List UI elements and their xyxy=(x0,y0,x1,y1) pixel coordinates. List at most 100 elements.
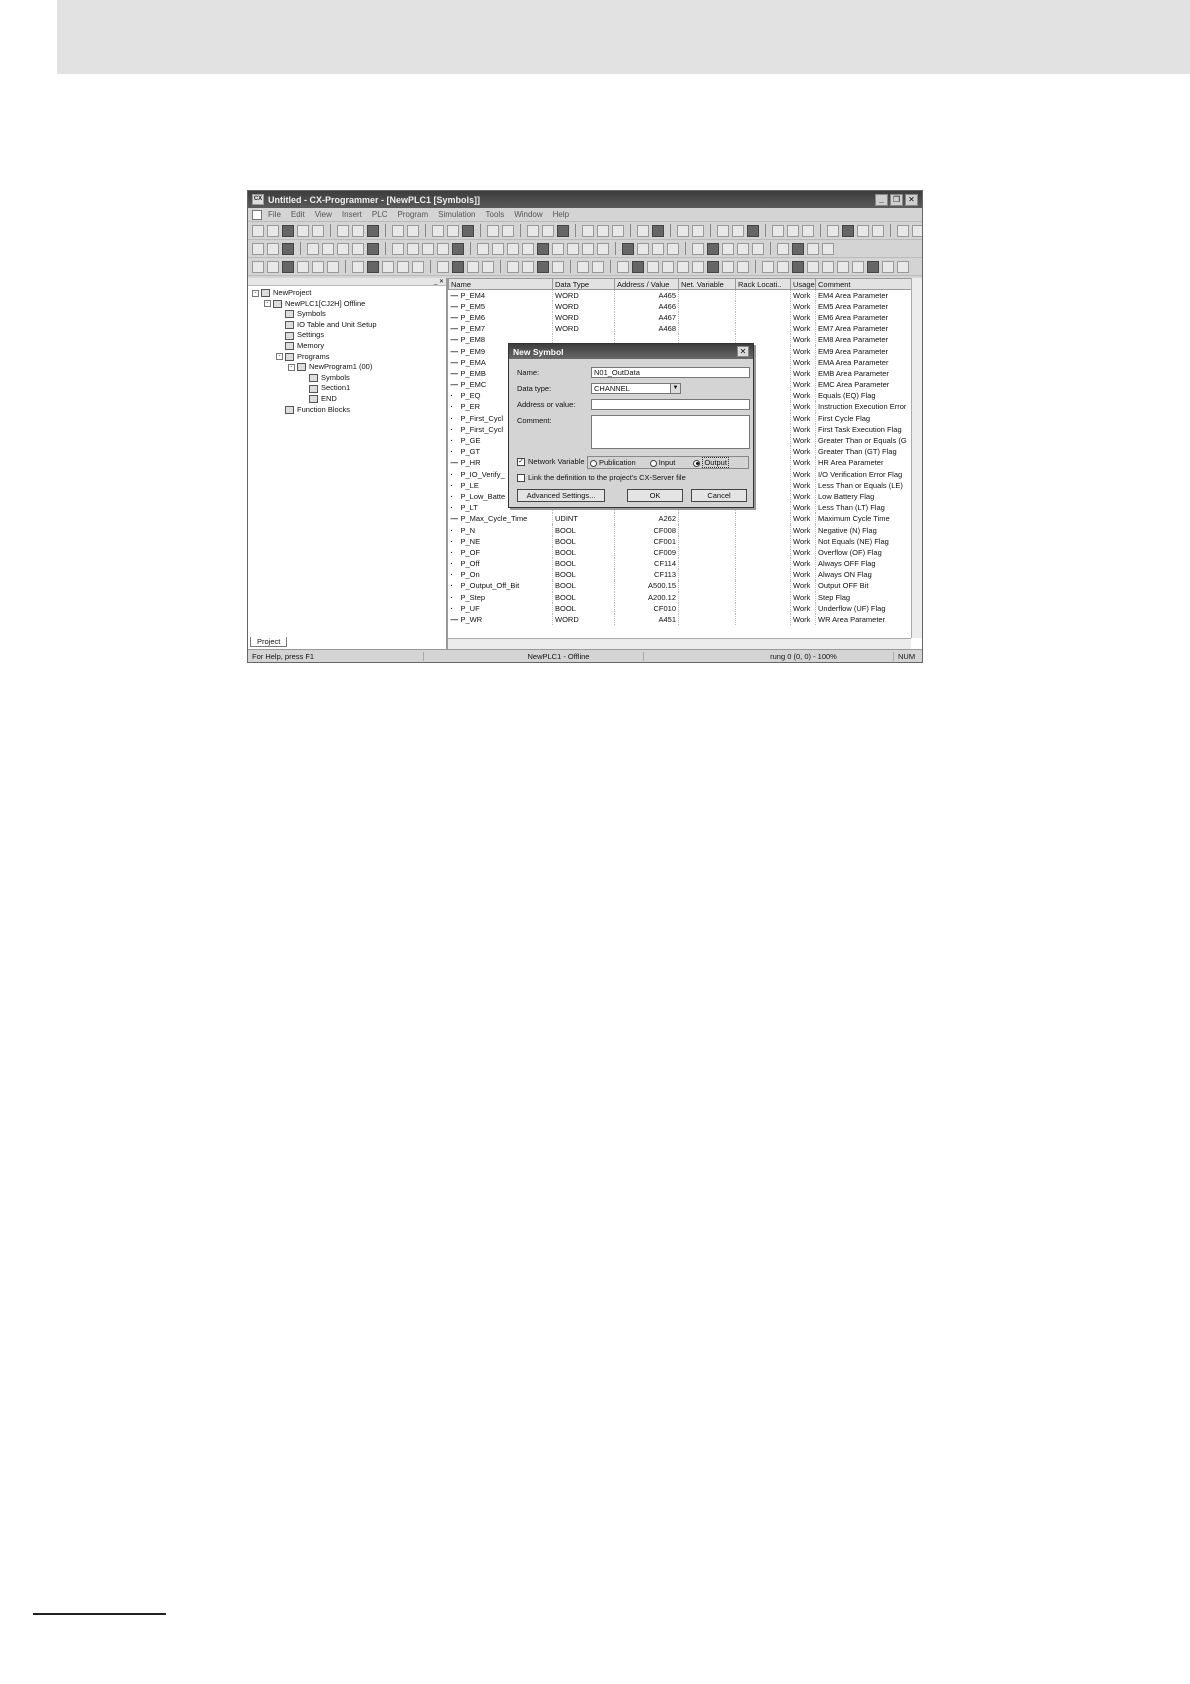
toolbar-button-icon[interactable] xyxy=(722,242,734,255)
toolbar-button-icon[interactable] xyxy=(392,242,404,255)
input-option[interactable]: Input xyxy=(649,458,675,467)
toolbar-button-icon[interactable] xyxy=(802,224,814,237)
toolbar-button-icon[interactable] xyxy=(737,260,749,273)
toolbar-button-icon[interactable] xyxy=(652,242,664,255)
toolbar-button-icon[interactable] xyxy=(267,224,279,237)
toolbar-button-icon[interactable] xyxy=(827,224,839,237)
toolbar-button-icon[interactable] xyxy=(722,260,734,273)
toolbar-button-icon[interactable] xyxy=(692,242,704,255)
table-row[interactable]: · P_OF BOOL CF009 Work Overflow (OF) Flag xyxy=(448,546,912,558)
table-row[interactable]: · P_On BOOL CF113 Work Always ON Flag xyxy=(448,569,912,581)
toolbar-button-icon[interactable] xyxy=(707,260,719,273)
output-option[interactable]: Output xyxy=(693,457,729,468)
vertical-scrollbar[interactable] xyxy=(911,278,922,638)
toolbar-button-icon[interactable] xyxy=(582,242,594,255)
toolbar-button-icon[interactable] xyxy=(282,242,294,255)
toolbar-button-icon[interactable] xyxy=(637,242,649,255)
toolbar-button-icon[interactable] xyxy=(267,242,279,255)
menu-help[interactable]: Help xyxy=(553,210,569,219)
toolbar-button-icon[interactable] xyxy=(647,260,659,273)
column-header[interactable]: Net. Variable xyxy=(678,278,736,290)
toolbar-button-icon[interactable] xyxy=(367,224,379,237)
toolbar-button-icon[interactable] xyxy=(792,260,804,273)
toolbar-button-icon[interactable] xyxy=(707,242,719,255)
pane-close-icon[interactable]: _ ✕ xyxy=(248,278,446,286)
table-row[interactable]: · P_N BOOL CF008 Work Negative (N) Flag xyxy=(448,524,912,536)
toolbar-button-icon[interactable] xyxy=(307,242,319,255)
table-row[interactable]: — P_Max_Cycle_Time UDINT A262 Work Maximum Cy… xyxy=(448,513,912,525)
toolbar-button-icon[interactable] xyxy=(522,260,534,273)
toolbar-button-icon[interactable] xyxy=(502,224,514,237)
toolbar-button-icon[interactable] xyxy=(692,260,704,273)
toolbar-button-icon[interactable] xyxy=(667,242,679,255)
toolbar-button-icon[interactable] xyxy=(252,224,264,237)
toolbar-button-icon[interactable] xyxy=(392,224,404,237)
tree-item[interactable]: Symbols xyxy=(252,373,446,384)
toolbar-button-icon[interactable] xyxy=(337,224,349,237)
toolbar-button-icon[interactable] xyxy=(692,224,704,237)
toolbar-button-icon[interactable] xyxy=(282,260,294,273)
tree-item[interactable]: - NewPLC1[CJ2H] Offline xyxy=(252,299,446,310)
table-row[interactable]: — P_EM5 WORD A466 Work EM5 Area Parameter xyxy=(448,300,912,312)
menu-edit[interactable]: Edit xyxy=(291,210,305,219)
address-input[interactable] xyxy=(591,399,750,410)
toolbar-button-icon[interactable] xyxy=(772,224,784,237)
column-header[interactable]: Name xyxy=(448,278,553,290)
link-checkbox-row[interactable]: Link the definition to the project's CX-… xyxy=(517,473,686,483)
toolbar-button-icon[interactable] xyxy=(352,260,364,273)
network-variable-checkbox-row[interactable]: ✓ Network Variable xyxy=(517,457,585,467)
toolbar-button-icon[interactable] xyxy=(637,224,649,237)
dialog-close-icon[interactable]: ✕ xyxy=(737,346,749,357)
toolbar-button-icon[interactable] xyxy=(522,242,534,255)
toolbar-button-icon[interactable] xyxy=(282,224,294,237)
column-header[interactable]: Address / Value xyxy=(614,278,679,290)
toolbar-button-icon[interactable] xyxy=(852,260,864,273)
data-type-select[interactable]: CHANNEL ▼ xyxy=(591,383,681,394)
collapse-icon[interactable]: - xyxy=(288,363,295,371)
table-row[interactable]: · P_UF BOOL CF010 Work Underflow (UF) Flag xyxy=(448,602,912,614)
link-checkbox[interactable] xyxy=(517,474,525,483)
menu-simulation[interactable]: Simulation xyxy=(438,210,475,219)
table-row[interactable]: · P_Off BOOL CF114 Work Always OFF Flag xyxy=(448,558,912,570)
tree-item[interactable]: END xyxy=(252,394,446,405)
toolbar-button-icon[interactable] xyxy=(367,260,379,273)
toolbar-button-icon[interactable] xyxy=(537,260,549,273)
toolbar-button-icon[interactable] xyxy=(507,260,519,273)
toolbar-button-icon[interactable] xyxy=(872,224,884,237)
toolbar-button-icon[interactable] xyxy=(777,260,789,273)
toolbar-button-icon[interactable] xyxy=(312,260,324,273)
toolbar-button-icon[interactable] xyxy=(252,260,264,273)
name-input[interactable]: N01_OutData xyxy=(591,367,750,378)
toolbar-button-icon[interactable] xyxy=(487,224,499,237)
toolbar-button-icon[interactable] xyxy=(577,260,589,273)
toolbar-button-icon[interactable] xyxy=(432,224,444,237)
toolbar-button-icon[interactable] xyxy=(452,242,464,255)
toolbar-button-icon[interactable] xyxy=(822,242,834,255)
comment-input[interactable] xyxy=(591,415,750,449)
toolbar-button-icon[interactable] xyxy=(807,260,819,273)
toolbar-button-icon[interactable] xyxy=(367,242,379,255)
toolbar-button-icon[interactable] xyxy=(322,242,334,255)
toolbar-button-icon[interactable] xyxy=(882,260,894,273)
toolbar-button-icon[interactable] xyxy=(552,242,564,255)
horizontal-scrollbar[interactable] xyxy=(448,638,911,649)
publication-option[interactable]: Publication xyxy=(590,458,636,467)
toolbar-button-icon[interactable] xyxy=(652,224,664,237)
toolbar-button-icon[interactable] xyxy=(897,260,909,273)
tree-item[interactable]: Memory xyxy=(252,341,446,352)
input-radio[interactable] xyxy=(649,459,657,467)
menu-file[interactable]: File xyxy=(268,210,281,219)
toolbar-button-icon[interactable] xyxy=(897,224,909,237)
menu-plc[interactable]: PLC xyxy=(372,210,388,219)
tree-item[interactable]: - NewProgram1 (00) xyxy=(252,362,446,373)
chevron-down-icon[interactable]: ▼ xyxy=(670,384,680,393)
column-header[interactable]: Rack Locati.. xyxy=(735,278,791,290)
toolbar-button-icon[interactable] xyxy=(792,242,804,255)
toolbar-button-icon[interactable] xyxy=(337,242,349,255)
toolbar-button-icon[interactable] xyxy=(867,260,879,273)
project-tab[interactable]: Project xyxy=(250,637,288,647)
toolbar-button-icon[interactable] xyxy=(482,260,494,273)
toolbar-button-icon[interactable] xyxy=(462,224,474,237)
table-row[interactable]: — P_EM4 WORD A465 Work EM4 Area Parameter xyxy=(448,289,912,301)
toolbar-button-icon[interactable] xyxy=(762,260,774,273)
